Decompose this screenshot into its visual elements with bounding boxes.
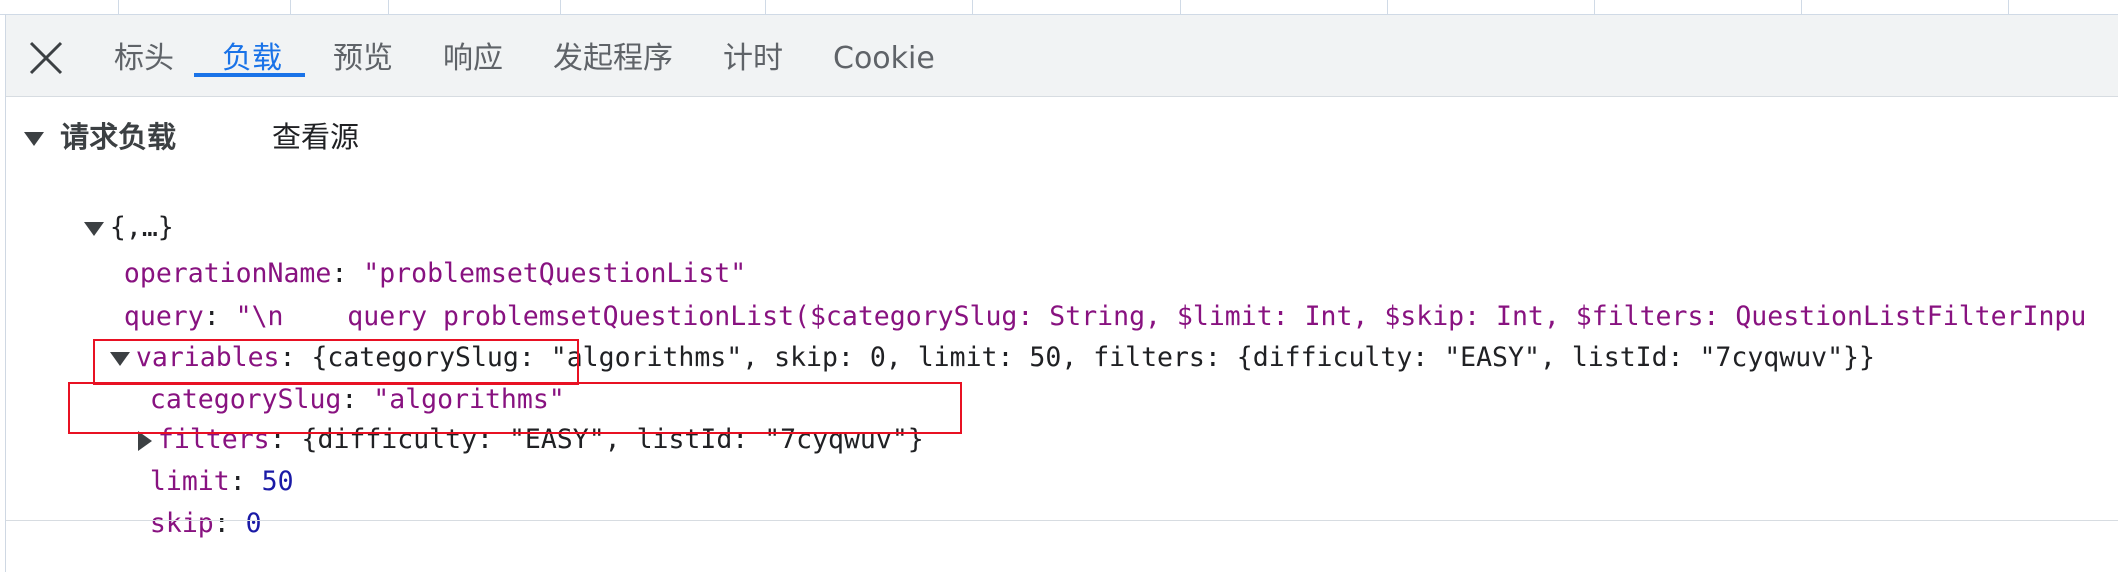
- active-tab-indicator: [194, 73, 305, 77]
- column-divider: [972, 0, 973, 14]
- column-divider: [290, 0, 291, 14]
- variables-row-skip: skip: 0: [149, 508, 262, 539]
- variables-row-filters[interactable]: filters: {difficulty: "EASY", listId: "7…: [106, 386, 924, 455]
- property-summary: {difficulty: "EASY", listId: "7cyqwuv"}: [301, 424, 924, 455]
- detail-tabbar: 标头 负载 预览 响应 发起程序 计时 Cookie: [6, 15, 2118, 97]
- tab-timing[interactable]: 计时: [723, 35, 783, 83]
- payload-root-row[interactable]: {,…}: [52, 174, 174, 243]
- column-divider: [2008, 0, 2009, 14]
- column-divider: [1180, 0, 1181, 14]
- request-payload-title: 请求负载: [60, 120, 177, 154]
- variables-row-limit: limit: 50: [149, 466, 294, 497]
- tab-preview[interactable]: 预览: [333, 35, 393, 83]
- payload-row-variables[interactable]: variables: {categorySlug: "algorithms", …: [78, 304, 1875, 373]
- payload-row-operationName: operationName: "problemsetQuestionList": [123, 258, 747, 289]
- view-source-link[interactable]: 查看源: [272, 117, 359, 157]
- column-divider: [388, 0, 389, 14]
- column-divider: [118, 0, 119, 14]
- request-payload-header[interactable]: 请求负载: [24, 117, 176, 157]
- property-value: 50: [261, 466, 294, 497]
- column-divider: [1594, 0, 1595, 14]
- column-divider: [560, 0, 561, 14]
- close-button[interactable]: [28, 40, 64, 76]
- column-divider: [1801, 0, 1802, 14]
- triangle-down-icon: [24, 132, 44, 146]
- tab-headers[interactable]: 标头: [114, 35, 174, 83]
- payload-row-query: query: "\n query problemsetQuestionList(…: [123, 301, 2087, 332]
- column-divider: [1387, 0, 1388, 14]
- property-value: 0: [245, 508, 262, 539]
- panel-divider: [6, 520, 2118, 521]
- top-strip: [0, 0, 2118, 15]
- tab-response[interactable]: 响应: [443, 35, 503, 83]
- panel-left-border: [5, 14, 6, 572]
- tab-initiator[interactable]: 发起程序: [553, 35, 673, 83]
- property-key: skip: [149, 508, 214, 539]
- variables-row-categorySlug: categorySlug: "algorithms": [149, 384, 565, 415]
- column-divider: [765, 0, 766, 14]
- close-icon: [29, 41, 63, 75]
- tab-cookie[interactable]: Cookie: [833, 35, 935, 83]
